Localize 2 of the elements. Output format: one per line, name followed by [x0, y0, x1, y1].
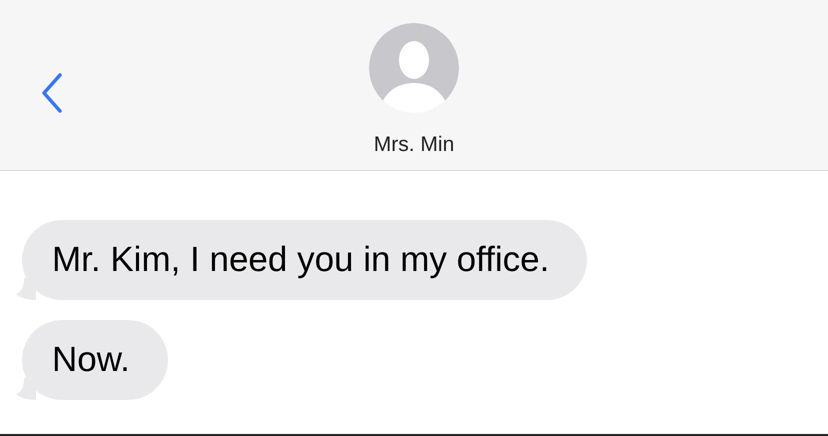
back-chevron-icon	[41, 73, 63, 113]
contact-name[interactable]: Mrs. Min	[374, 129, 454, 160]
